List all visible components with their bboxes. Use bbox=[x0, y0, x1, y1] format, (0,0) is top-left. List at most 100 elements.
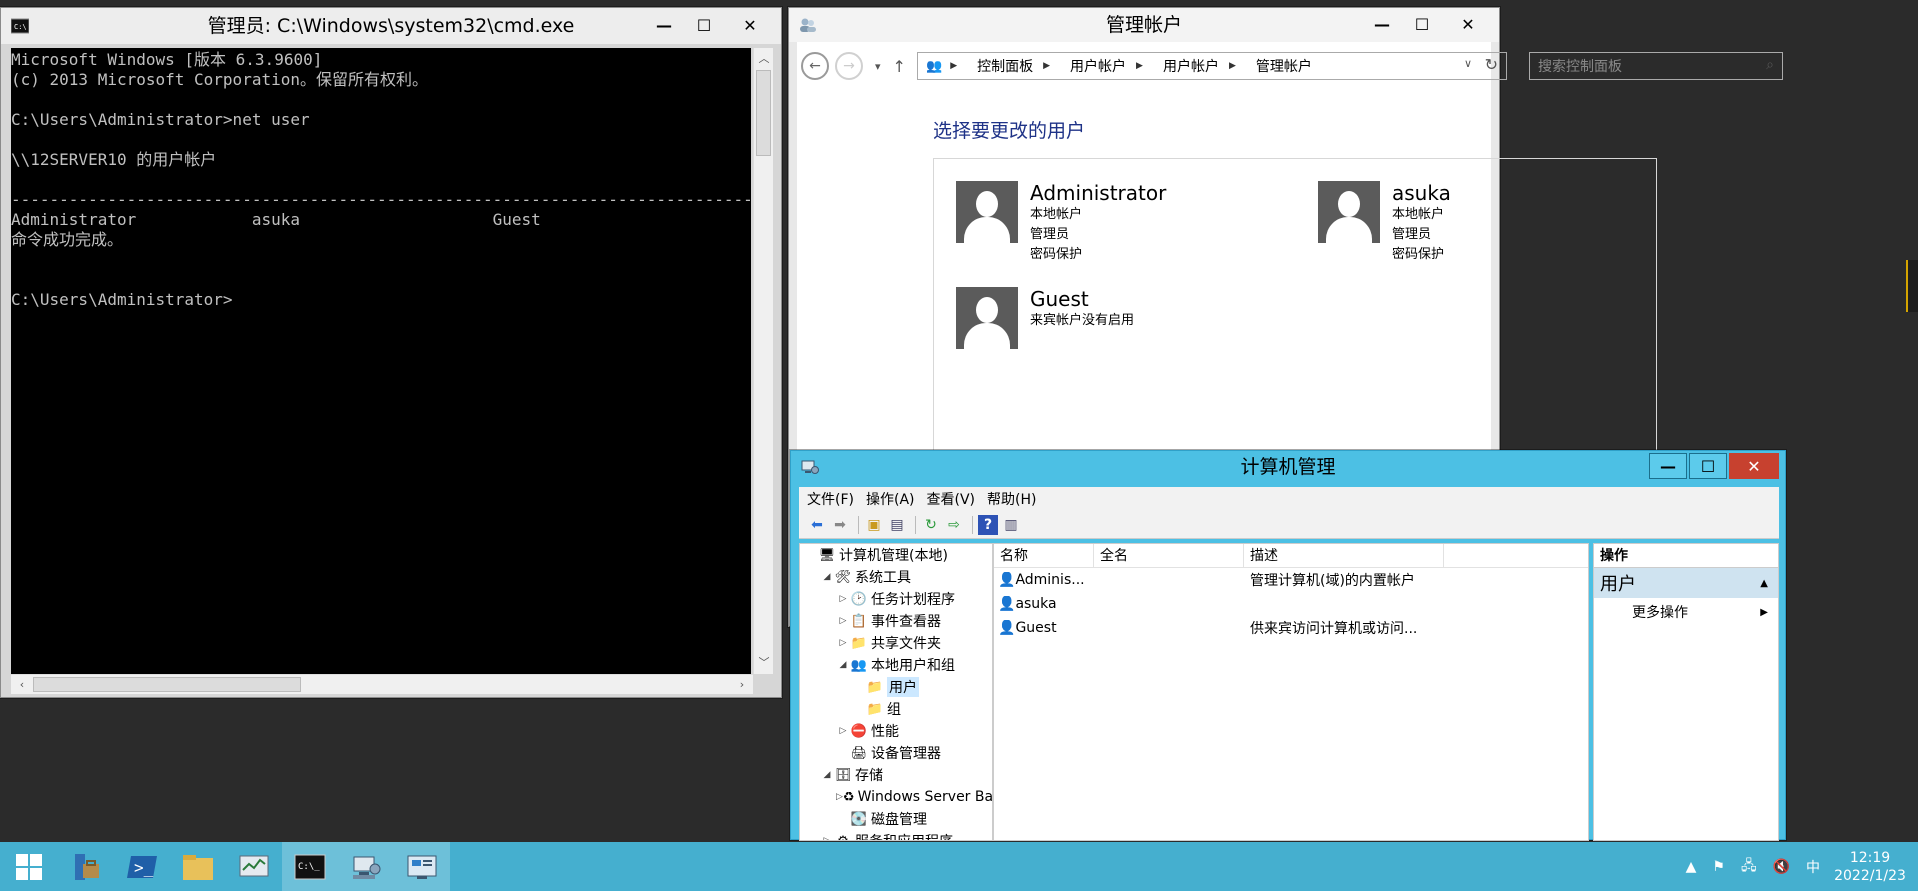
cp-titlebar[interactable]: 管理帐户 — ☐ ✕ bbox=[789, 8, 1499, 42]
scroll-thumb[interactable] bbox=[756, 70, 771, 156]
expand-arrow-icon[interactable]: ▷ bbox=[836, 726, 850, 736]
cmd-titlebar[interactable]: C:\ 管理员: C:\Windows\system32\cmd.exe — ☐… bbox=[1, 8, 781, 44]
close-button[interactable]: ✕ bbox=[1443, 11, 1493, 37]
menu-file[interactable]: 文件(F) bbox=[807, 489, 854, 509]
svg-text:>_: >_ bbox=[134, 858, 154, 877]
network-icon[interactable]: 🖧 bbox=[1741, 855, 1757, 879]
up-folder-icon[interactable]: ▣ bbox=[864, 515, 884, 535]
account-tile-guest[interactable]: Guest 来宾帐户没有启用 bbox=[956, 287, 1134, 349]
close-button[interactable]: ✕ bbox=[1729, 453, 1779, 479]
list-item[interactable]: 👤Guest 供来宾访问计算机或访问... bbox=[994, 616, 1588, 640]
tree-item[interactable]: ◢ 🛠 系统工具 bbox=[800, 566, 992, 588]
chevron-down-icon[interactable]: ∨ bbox=[1464, 57, 1472, 70]
column-header-name[interactable]: 名称 bbox=[994, 544, 1094, 567]
taskbar-server-manager[interactable] bbox=[58, 842, 114, 891]
tree-item[interactable]: ▷♻Windows Server Backup bbox=[800, 786, 992, 808]
menu-action[interactable]: 操作(A) bbox=[866, 489, 915, 509]
column-header-description[interactable]: 描述 bbox=[1244, 544, 1444, 567]
cmd-window[interactable]: C:\ 管理员: C:\Windows\system32\cmd.exe — ☐… bbox=[0, 7, 782, 698]
back-button[interactable]: ← bbox=[801, 52, 829, 80]
show-action-pane-icon[interactable]: ▥ bbox=[1001, 515, 1021, 535]
cm-titlebar[interactable]: 计算机管理 — ☐ ✕ bbox=[791, 451, 1785, 483]
tree-item[interactable]: ◢ 👥 本地用户和组 bbox=[800, 654, 992, 676]
breadcrumb[interactable]: 👥 ▶ 控制面板 ▶ 用户帐户 ▶ 用户帐户 ▶ 管理帐户 ∨ ↻ bbox=[917, 52, 1507, 80]
forward-arrow-icon[interactable]: ➡ bbox=[830, 515, 850, 535]
expand-arrow-icon[interactable]: ▷ bbox=[836, 638, 850, 648]
computer-management-window[interactable]: 计算机管理 — ☐ ✕ 文件(F) 操作(A) 查看(V) 帮助(H) ⬅ ➡ … bbox=[790, 450, 1786, 841]
search-icon[interactable]: ⌕ bbox=[1766, 57, 1774, 73]
maximize-button[interactable]: ☐ bbox=[1689, 453, 1727, 479]
taskbar-cmd[interactable]: C:\_ bbox=[282, 842, 338, 891]
expand-arrow-icon[interactable]: ▷ bbox=[836, 594, 850, 604]
expand-arrow-icon[interactable]: ▷ bbox=[820, 836, 834, 840]
list-item[interactable]: 👤asuka bbox=[994, 592, 1588, 616]
console-horizontal-scrollbar[interactable]: ‹ › bbox=[11, 674, 753, 694]
breadcrumb-item[interactable]: 管理帐户 bbox=[1256, 56, 1312, 76]
tree-item[interactable]: ▷ 📁 共享文件夹 bbox=[800, 632, 992, 654]
more-actions-item[interactable]: 更多操作 ▶ bbox=[1594, 598, 1778, 626]
console-tree[interactable]: 🖥 计算机管理(本地) ◢ 🛠 系统工具 ▷ 🕑 任务计划程序 ▷ 📋 事件查看器 ▷ 📁 共享文件夹 ◢ 👥… bbox=[799, 543, 993, 841]
breadcrumb-item[interactable]: 控制面板 bbox=[977, 56, 1033, 76]
account-tile-administrator[interactable]: Administrator 本地帐户 管理员 密码保护 bbox=[956, 181, 1166, 265]
scroll-down-icon[interactable]: ﹀ bbox=[755, 654, 773, 672]
menu-view[interactable]: 查看(V) bbox=[927, 489, 976, 509]
search-input[interactable]: 搜索控制面板 ⌕ bbox=[1529, 52, 1783, 80]
tree-item[interactable]: ◢ 🗄 存储 bbox=[800, 764, 992, 786]
collapse-arrow-icon[interactable]: ◢ bbox=[820, 770, 834, 780]
taskbar-control-panel[interactable] bbox=[394, 842, 450, 891]
taskbar-file-explorer[interactable] bbox=[170, 842, 226, 891]
tree-item[interactable]: ▷⚙服务和应用程序 bbox=[800, 830, 992, 841]
refresh-icon[interactable]: ↻ bbox=[1485, 55, 1498, 74]
tree-item[interactable]: ▷ 📋 事件查看器 bbox=[800, 610, 992, 632]
maximize-button[interactable]: ☐ bbox=[1403, 11, 1441, 37]
minimize-button[interactable]: — bbox=[645, 12, 683, 38]
clock[interactable]: 12:19 2022/1/23 bbox=[1828, 849, 1912, 885]
up-arrow-icon[interactable]: ↑ bbox=[893, 57, 906, 76]
tree-item[interactable]: 🖥 计算机管理(本地) bbox=[800, 544, 992, 566]
minimize-button[interactable]: — bbox=[1363, 11, 1401, 37]
forward-button[interactable]: → bbox=[835, 52, 863, 80]
action-center-flag-icon[interactable]: ⚑ bbox=[1712, 859, 1725, 875]
help-icon[interactable]: ? bbox=[978, 514, 998, 535]
console-vertical-scrollbar[interactable]: ︿ ﹀ bbox=[753, 48, 773, 674]
actions-section-users[interactable]: 用户 ▲ bbox=[1594, 568, 1778, 598]
collapse-up-icon[interactable]: ▲ bbox=[1760, 578, 1768, 589]
scroll-up-icon[interactable]: ︿ bbox=[755, 50, 773, 68]
volume-muted-icon[interactable]: 🔇 bbox=[1773, 859, 1790, 875]
tree-item[interactable]: 🖨 设备管理器 bbox=[800, 742, 992, 764]
users-list[interactable]: 名称 全名 描述 👤Adminis... 管理计算机(域)的内置帐户 👤asuk… bbox=[993, 543, 1589, 841]
collapse-arrow-icon[interactable]: ◢ bbox=[820, 572, 834, 582]
tree-item[interactable]: 📁 组 bbox=[800, 698, 992, 720]
maximize-button[interactable]: ☐ bbox=[685, 12, 723, 38]
scroll-left-icon[interactable]: ‹ bbox=[13, 676, 31, 694]
taskbar-powershell[interactable]: >_ bbox=[114, 842, 170, 891]
export-list-icon[interactable]: ⇨ bbox=[944, 515, 964, 535]
back-arrow-icon[interactable]: ⬅ bbox=[807, 515, 827, 535]
show-hidden-icons-icon[interactable]: ▲ bbox=[1686, 859, 1697, 875]
close-button[interactable]: ✕ bbox=[725, 12, 775, 38]
scroll-thumb[interactable] bbox=[33, 677, 301, 692]
scroll-right-icon[interactable]: › bbox=[733, 676, 751, 694]
tree-item[interactable]: 📁 用户 bbox=[800, 676, 992, 698]
expand-arrow-icon[interactable]: ▷ bbox=[836, 792, 843, 802]
breadcrumb-item[interactable]: 用户帐户 bbox=[1163, 56, 1219, 76]
menu-help[interactable]: 帮助(H) bbox=[987, 489, 1036, 509]
list-item[interactable]: 👤Adminis... 管理计算机(域)的内置帐户 bbox=[994, 568, 1588, 592]
tree-item[interactable]: ▷ ⛔ 性能 bbox=[800, 720, 992, 742]
column-header-fullname[interactable]: 全名 bbox=[1094, 544, 1244, 567]
start-button[interactable] bbox=[0, 842, 58, 891]
taskbar-performance-monitor[interactable] bbox=[226, 842, 282, 891]
account-tile-asuka[interactable]: asuka 本地帐户 管理员 密码保护 bbox=[1318, 181, 1451, 265]
taskbar-computer-management[interactable] bbox=[338, 842, 394, 891]
tree-item[interactable]: 💽 磁盘管理 bbox=[800, 808, 992, 830]
refresh-icon[interactable]: ↻ bbox=[921, 515, 941, 535]
collapse-arrow-icon[interactable]: ◢ bbox=[836, 660, 850, 670]
ime-indicator[interactable]: 中 bbox=[1806, 857, 1820, 877]
expand-arrow-icon[interactable]: ▷ bbox=[836, 616, 850, 626]
tree-item[interactable]: ▷ 🕑 任务计划程序 bbox=[800, 588, 992, 610]
minimize-button[interactable]: — bbox=[1649, 453, 1687, 479]
recent-pages-chevron-icon[interactable]: ▾ bbox=[875, 60, 881, 73]
breadcrumb-item[interactable]: 用户帐户 bbox=[1070, 56, 1126, 76]
console-output[interactable]: Microsoft Windows [版本 6.3.9600] (c) 2013 … bbox=[11, 48, 751, 674]
show-hide-tree-icon[interactable]: ▤ bbox=[887, 515, 907, 535]
